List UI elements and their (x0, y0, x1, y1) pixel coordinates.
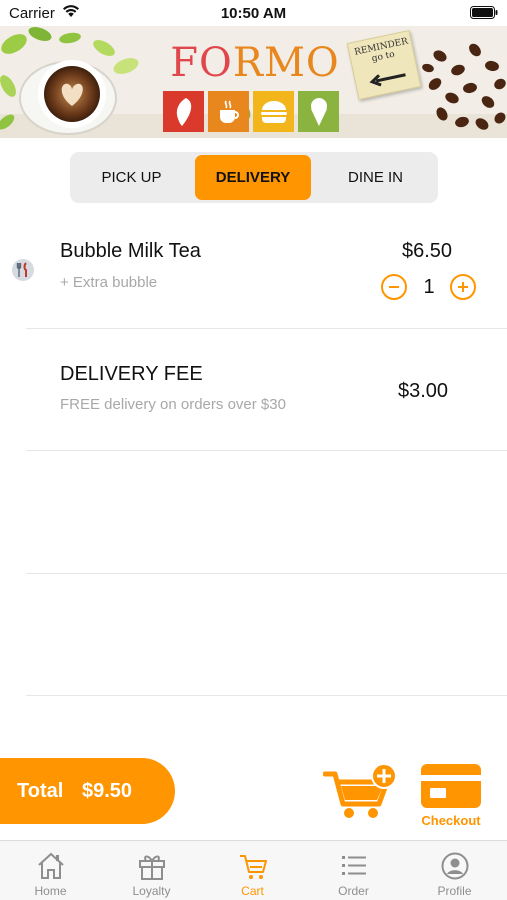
tab-label: Home (34, 884, 67, 898)
total-value: $9.50 (82, 780, 133, 802)
tab-bar: Home Loyalty Cart Order Profile (0, 840, 507, 900)
profile-icon (441, 852, 469, 880)
store-banner: FORMOSA REMINDER go to (0, 26, 507, 138)
cart-plus-icon (322, 763, 397, 818)
tab-label: Order (338, 884, 369, 898)
credit-card-icon (421, 764, 481, 808)
item-price: $6.50 (402, 240, 453, 262)
empty-row (26, 451, 507, 574)
total-badge: Total $9.50 (0, 758, 175, 824)
tab-label: Cart (241, 884, 264, 898)
fee-note: FREE delivery on orders over $30 (60, 396, 286, 413)
ice-cream-icon (298, 91, 339, 132)
pickup-option[interactable]: PICK UP (74, 155, 189, 200)
order-type-selector: PICK UP DELIVERY DINE IN (70, 152, 438, 203)
tab-cart[interactable]: Cart (202, 841, 303, 900)
burger-icon (253, 91, 294, 132)
tab-label: Loyalty (132, 884, 171, 898)
tab-label: Profile (437, 884, 472, 898)
cart-item-row[interactable]: Bubble Milk Tea + Extra bubble $6.50 1 (26, 225, 507, 329)
status-bar: Carrier 10:50 AM (0, 0, 507, 26)
total-label: Total (17, 780, 64, 802)
item-option: + Extra bubble (60, 274, 158, 291)
tab-profile[interactable]: Profile (404, 841, 505, 900)
item-quantity: 1 (423, 276, 435, 298)
banner-tiles (163, 91, 339, 132)
coffee-cup-icon (208, 91, 249, 132)
delivery-fee-row: DELIVERY FEE FREE delivery on orders ove… (26, 329, 507, 451)
arrow-left-icon (369, 73, 406, 87)
gift-icon (139, 855, 165, 880)
cart-icon (240, 855, 267, 879)
fee-price: $3.00 (398, 380, 449, 402)
clock: 10:50 AM (220, 5, 287, 22)
checkout-button[interactable]: Checkout (416, 763, 486, 829)
battery-icon (470, 6, 498, 24)
delivery-option[interactable]: DELIVERY (195, 155, 311, 200)
minus-icon (389, 286, 399, 288)
home-icon (38, 852, 64, 879)
fee-name: DELIVERY FEE (60, 363, 203, 385)
add-more-button[interactable] (322, 762, 399, 820)
plus-icon (458, 282, 468, 292)
increase-quantity-button[interactable] (450, 274, 476, 300)
empty-row (26, 574, 507, 696)
dine-in-option[interactable]: DINE IN (317, 155, 434, 200)
decrease-quantity-button[interactable] (381, 274, 407, 300)
tab-order[interactable]: Order (303, 841, 404, 900)
list-icon (342, 856, 366, 875)
checkout-label: Checkout (421, 813, 481, 828)
taiwan-map-icon (163, 91, 204, 132)
tab-loyalty[interactable]: Loyalty (101, 841, 202, 900)
item-name: Bubble Milk Tea (60, 240, 201, 262)
tab-home[interactable]: Home (0, 841, 101, 900)
